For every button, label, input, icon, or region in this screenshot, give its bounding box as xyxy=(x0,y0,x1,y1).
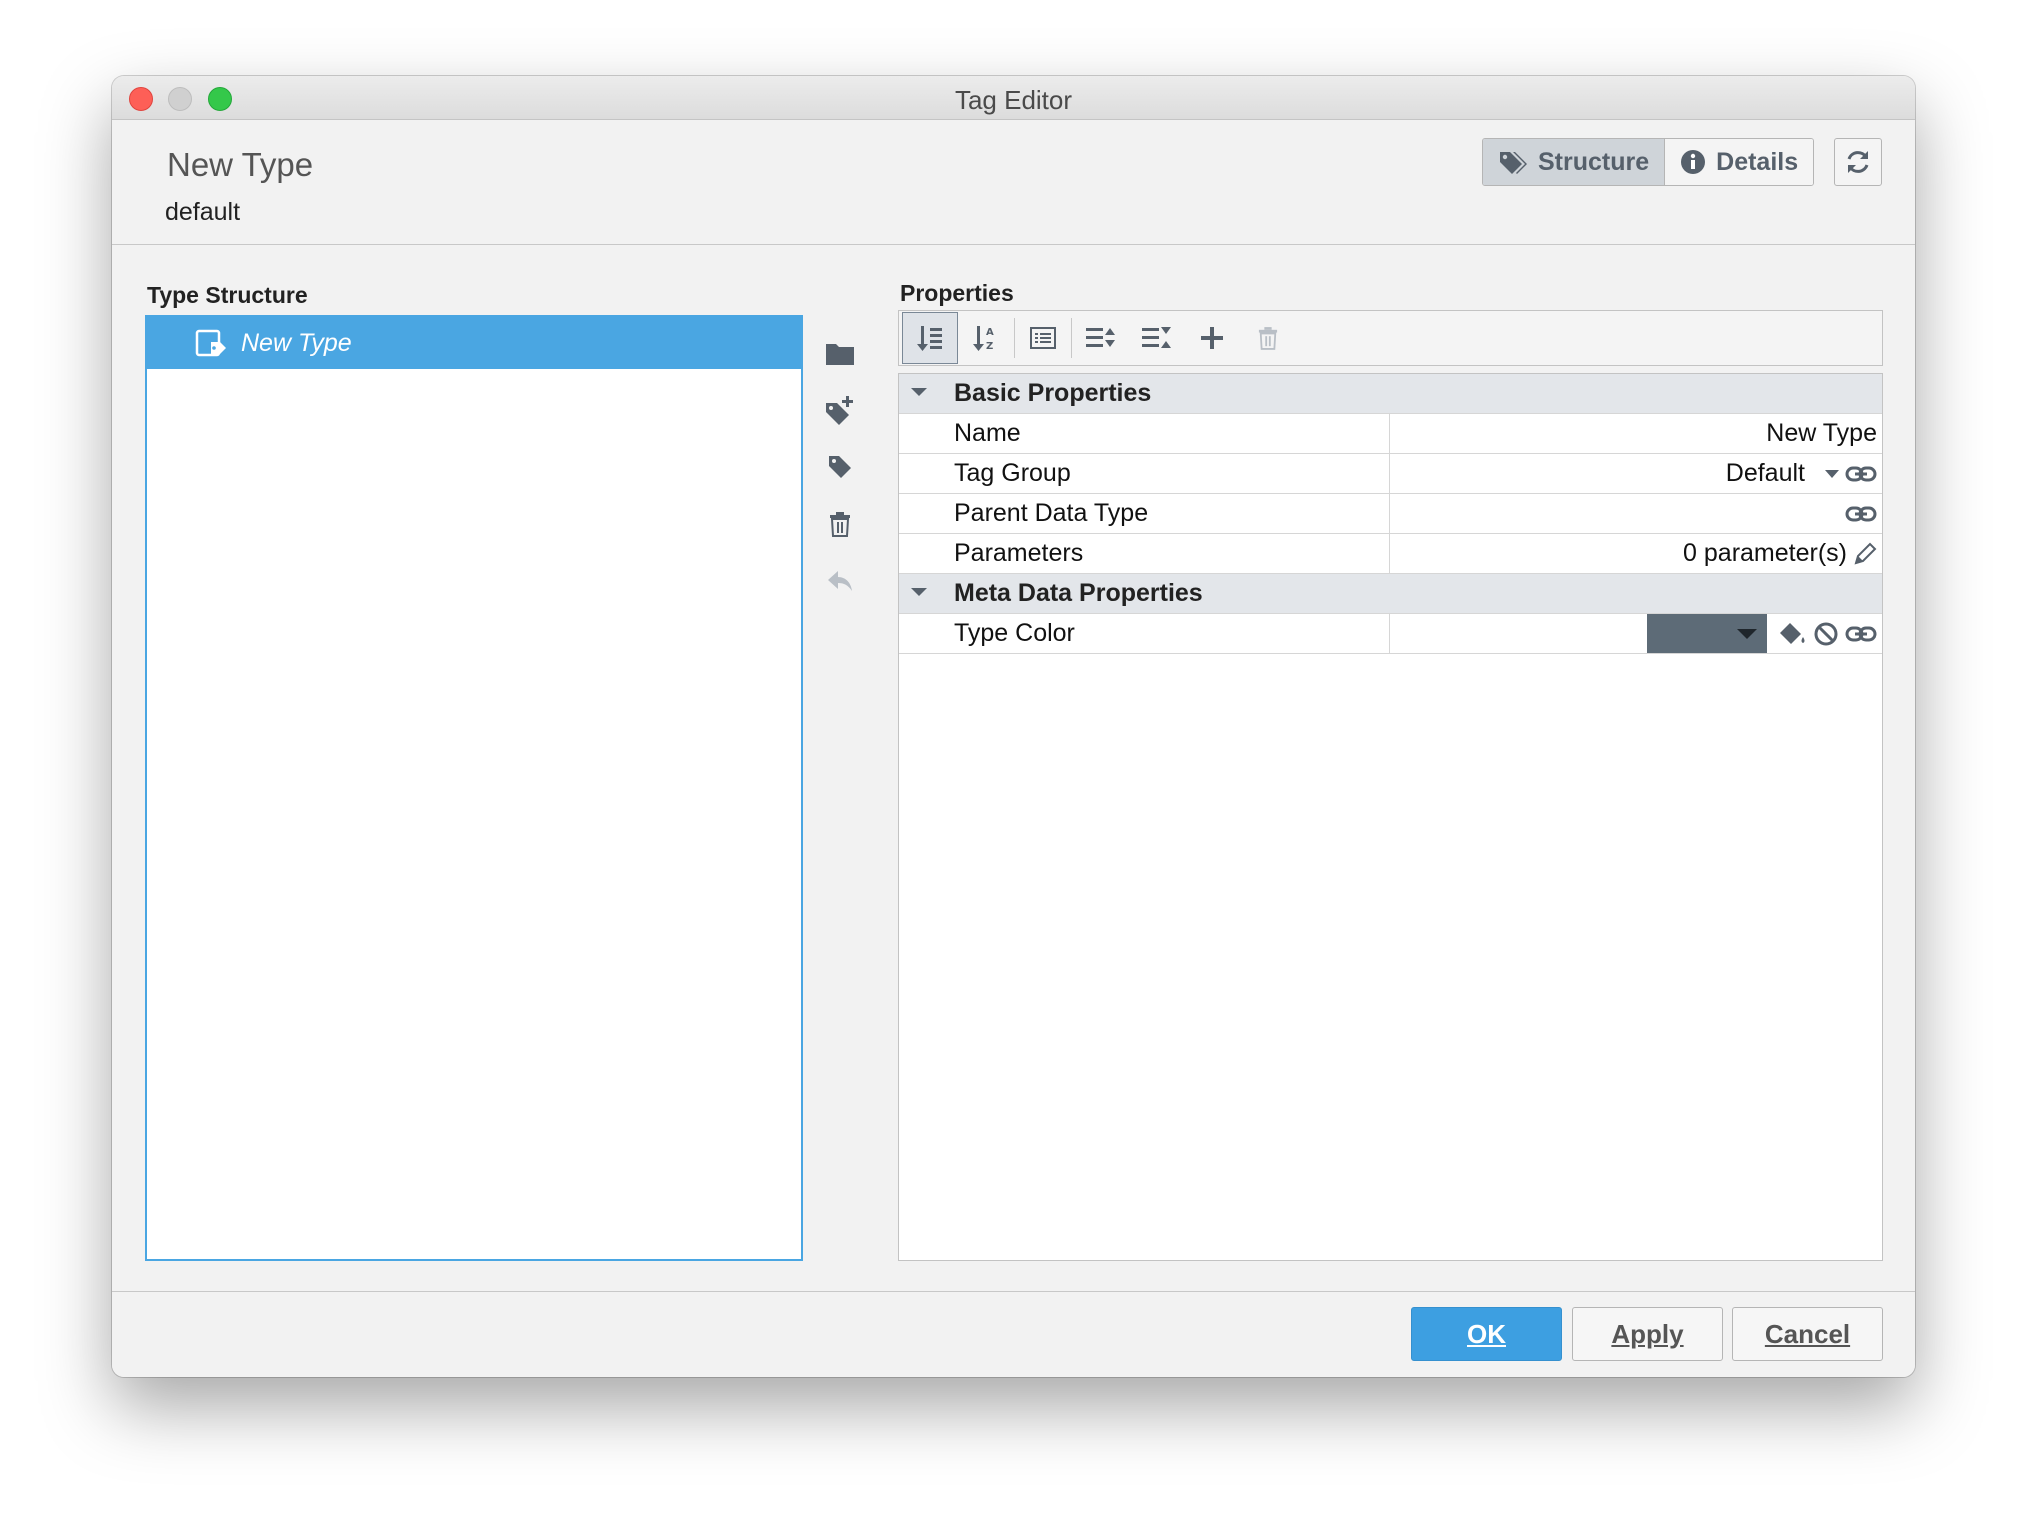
view-toggle: Structure Details xyxy=(1482,138,1815,186)
title-bar: Tag Editor xyxy=(112,76,1915,120)
group-name: Basic Properties xyxy=(954,379,1152,407)
apply-button[interactable]: Apply xyxy=(1572,1307,1723,1361)
add-property-button[interactable] xyxy=(1184,312,1240,364)
delete-icon xyxy=(1258,327,1278,350)
sort-by-category-button[interactable] xyxy=(902,312,958,364)
sort-alpha-icon: A Z xyxy=(973,326,994,352)
type-structure-label: Type Structure xyxy=(147,282,308,308)
collapse-triangle-icon[interactable] xyxy=(911,386,927,398)
property-value-cell[interactable]: 0 parameter(s) xyxy=(1390,534,1882,573)
cancel-button[interactable]: Cancel xyxy=(1732,1307,1883,1361)
property-row-tag-group[interactable]: Tag Group Default xyxy=(899,454,1882,494)
expand-all-icon xyxy=(1086,328,1115,347)
property-name: Parameters xyxy=(954,539,1084,567)
editor-header: New Type default Structure Details xyxy=(112,120,1915,245)
tags-icon xyxy=(1500,152,1527,174)
property-name: Type Color xyxy=(954,619,1075,647)
dropdown-arrow-icon xyxy=(1737,628,1757,639)
structure-tools xyxy=(812,324,868,609)
property-value: 0 parameter(s) xyxy=(1683,539,1847,567)
paint-bucket-icon[interactable] xyxy=(1779,621,1807,647)
info-icon xyxy=(1681,150,1706,174)
new-folder-button[interactable] xyxy=(812,324,868,381)
properties-label: Properties xyxy=(900,280,1014,306)
type-subtitle: default xyxy=(165,198,241,226)
sort-alphabetical-button[interactable]: A Z xyxy=(958,312,1014,364)
svg-text:A: A xyxy=(986,327,994,338)
type-name-heading: New Type xyxy=(167,146,314,183)
refresh-button[interactable] xyxy=(1834,138,1882,186)
group-basic-properties[interactable]: Basic Properties xyxy=(899,374,1882,414)
color-picker-dropdown[interactable] xyxy=(1647,614,1767,653)
type-structure-tree[interactable]: New Type xyxy=(145,315,803,1261)
property-row-name[interactable]: Name New Type xyxy=(899,414,1882,454)
description-icon xyxy=(1030,327,1056,349)
property-value: Default xyxy=(1725,459,1805,487)
tag-icon xyxy=(829,455,851,478)
edit-tag-button[interactable] xyxy=(812,438,868,495)
delete-icon xyxy=(830,511,850,537)
details-tab[interactable]: Details xyxy=(1664,139,1814,185)
tree-item-label: New Type xyxy=(241,328,352,357)
delete-member-button[interactable] xyxy=(812,495,868,552)
undo-button[interactable] xyxy=(812,552,868,609)
dropdown-arrow-icon[interactable] xyxy=(1825,469,1839,479)
clear-icon[interactable] xyxy=(1813,621,1839,647)
property-row-parent-data-type[interactable]: Parent Data Type xyxy=(899,494,1882,534)
property-value-cell[interactable] xyxy=(1390,494,1882,533)
svg-text:Z: Z xyxy=(986,341,993,352)
property-value-cell[interactable] xyxy=(1390,614,1882,653)
structure-tab[interactable]: Structure xyxy=(1483,139,1665,185)
collapse-all-icon xyxy=(1142,327,1171,348)
pencil-icon[interactable] xyxy=(1853,542,1877,566)
property-row-parameters[interactable]: Parameters 0 parameter(s) xyxy=(899,534,1882,574)
property-name: Name xyxy=(954,419,1021,447)
property-value-cell[interactable]: Default xyxy=(1390,454,1882,493)
sort-category-icon xyxy=(917,326,942,351)
show-description-button[interactable] xyxy=(1015,312,1071,364)
collapse-all-button[interactable] xyxy=(1128,312,1184,364)
link-icon[interactable] xyxy=(1845,465,1877,483)
add-icon xyxy=(1201,327,1223,349)
details-tab-label: Details xyxy=(1716,147,1799,176)
property-grid: Basic Properties Name New Type Tag Group… xyxy=(898,373,1883,1261)
window-title: Tag Editor xyxy=(954,85,1073,115)
tag-editor-window: Tag Editor New Type default Structure De xyxy=(112,76,1915,1377)
collapse-triangle-icon[interactable] xyxy=(911,586,927,598)
expand-all-button[interactable] xyxy=(1072,312,1128,364)
new-folder-icon xyxy=(826,343,854,365)
refresh-icon xyxy=(1847,151,1869,173)
property-value-cell[interactable]: New Type xyxy=(1390,414,1882,453)
structure-tab-label: Structure xyxy=(1538,147,1650,176)
add-tag-icon xyxy=(826,395,853,425)
undo-icon xyxy=(828,570,852,591)
property-value: New Type xyxy=(1766,419,1877,447)
link-icon[interactable] xyxy=(1845,505,1877,523)
ok-button[interactable]: OK xyxy=(1411,1307,1562,1361)
tree-item-new-type[interactable]: New Type xyxy=(147,317,801,369)
properties-toolbar: A Z xyxy=(898,310,1883,366)
link-icon[interactable] xyxy=(1845,625,1877,643)
dialog-footer: OK Apply Cancel xyxy=(112,1291,1915,1377)
property-name: Parent Data Type xyxy=(954,499,1149,527)
group-meta-data-properties[interactable]: Meta Data Properties xyxy=(899,574,1882,614)
udt-definition-icon xyxy=(195,329,226,357)
property-name: Tag Group xyxy=(954,459,1071,487)
group-name: Meta Data Properties xyxy=(954,579,1203,607)
add-tag-button[interactable] xyxy=(812,381,868,438)
property-row-type-color[interactable]: Type Color xyxy=(899,614,1882,654)
delete-property-button[interactable] xyxy=(1240,312,1296,364)
